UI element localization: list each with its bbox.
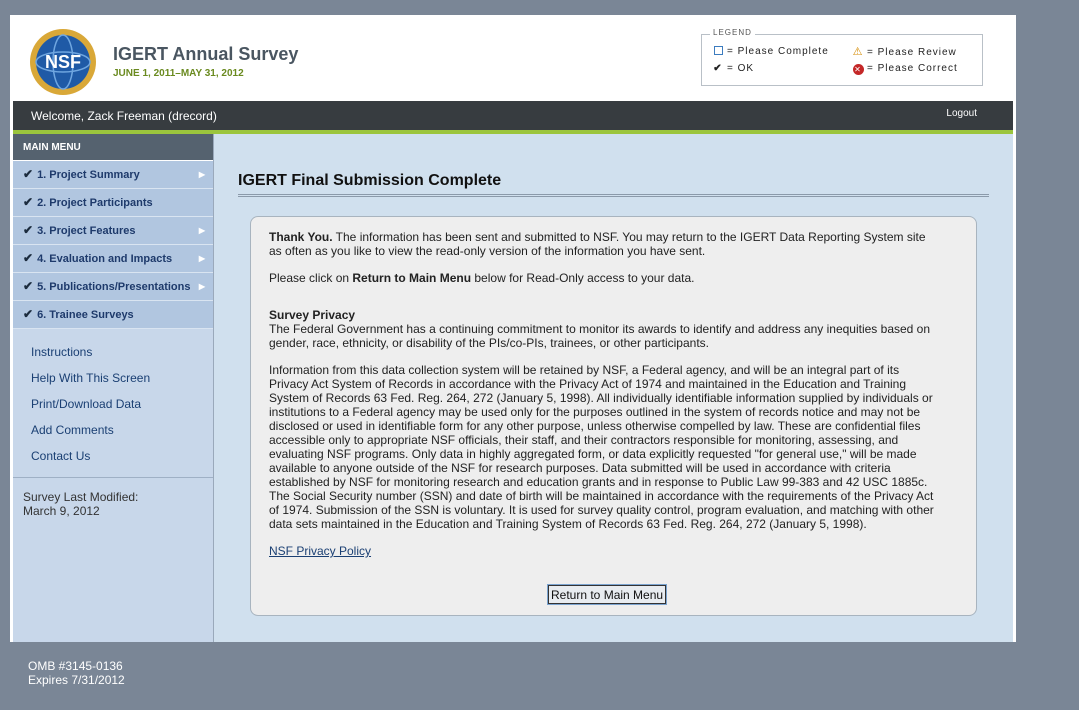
welcome-bar: Welcome, Zack Freeman (drecord) Logout: [13, 101, 1013, 134]
instruction-pre: Please click on: [269, 271, 353, 285]
welcome-text: Welcome, Zack Freeman (drecord): [31, 109, 217, 123]
chevron-right-icon: ▶: [198, 170, 205, 179]
page-title: IGERT Final Submission Complete: [238, 172, 502, 189]
error-icon: ✕: [852, 64, 864, 75]
menu-item-project-summary[interactable]: ✔ 1. Project Summary ▶: [13, 161, 213, 189]
last-modified-label: Survey Last Modified:: [23, 490, 139, 504]
thank-you-paragraph: Thank You. The information has been sent…: [269, 230, 939, 258]
menu-item-label: 2. Project Participants: [37, 197, 153, 209]
warning-icon: ⚠: [852, 46, 864, 58]
chevron-right-icon: ▶: [198, 254, 205, 263]
menu-item-project-participants[interactable]: ✔ 2. Project Participants: [13, 189, 213, 217]
survey-frame: NSF IGERT Annual Survey JUNE 1, 2011–MAY…: [10, 15, 1016, 642]
legend-please-review: ⚠ = Please Review: [852, 45, 957, 58]
logout-link[interactable]: Logout: [946, 108, 977, 119]
checkmark-icon: ✔: [23, 251, 34, 265]
menu-item-publications[interactable]: ✔ 5. Publications/Presentations ▶: [13, 273, 213, 301]
survey-dates: JUNE 1, 2011–MAY 31, 2012: [113, 68, 244, 79]
instructions-link[interactable]: Instructions: [13, 345, 213, 371]
legend-please-correct: ✕ = Please Correct: [852, 63, 958, 75]
help-link[interactable]: Help With This Screen: [13, 371, 213, 397]
last-modified: Survey Last Modified: March 9, 2012: [13, 478, 213, 518]
main-menu-title: MAIN MENU: [13, 134, 213, 161]
legend-ok-label: = OK: [727, 63, 755, 74]
thank-you-bold: Thank You.: [269, 230, 333, 244]
legend-title: LEGEND: [710, 28, 755, 37]
checkmark-icon: ✔: [23, 279, 34, 293]
app-title: IGERT Annual Survey: [113, 44, 299, 64]
menu-item-label: 6. Trainee Surveys: [37, 309, 134, 321]
sidebar: MAIN MENU ✔ 1. Project Summary ▶ ✔ 2. Proje…: [13, 134, 214, 642]
menu-item-label: 5. Publications/Presentations: [37, 281, 191, 293]
legend-please-complete: = Please Complete: [712, 46, 829, 57]
legend-please-complete-label: = Please Complete: [727, 46, 829, 57]
print-download-link[interactable]: Print/Download Data: [13, 397, 213, 423]
menu-item-project-features[interactable]: ✔ 3. Project Features ▶: [13, 217, 213, 245]
header: NSF IGERT Annual Survey JUNE 1, 2011–MAY…: [10, 15, 1016, 101]
privacy-heading: Survey Privacy: [269, 308, 356, 322]
omb-number: OMB #3145-0136: [28, 659, 123, 673]
menu-item-label: 1. Project Summary: [37, 169, 140, 181]
menu-item-trainee-surveys[interactable]: ✔ 6. Trainee Surveys: [13, 301, 213, 329]
instruction-post: below for Read-Only access to your data.: [471, 271, 695, 285]
sidebar-links: Instructions Help With This Screen Print…: [13, 329, 213, 475]
privacy-paragraph-2: Information from this data collection sy…: [269, 363, 934, 531]
return-to-main-menu-button[interactable]: Return to Main Menu: [546, 584, 668, 605]
last-modified-date: March 9, 2012: [23, 504, 100, 518]
panel-text: Thank You. The information has been sent…: [269, 230, 939, 571]
add-comments-link[interactable]: Add Comments: [13, 423, 213, 449]
menu-item-label: 3. Project Features: [37, 225, 136, 237]
privacy-paragraph-1: The Federal Government has a continuing …: [269, 322, 931, 350]
legend-please-review-label: = Please Review: [867, 47, 957, 58]
chevron-right-icon: ▶: [198, 282, 205, 291]
omb-expires: Expires 7/31/2012: [28, 673, 125, 687]
chevron-right-icon: ▶: [198, 226, 205, 235]
contact-us-link[interactable]: Contact Us: [13, 449, 213, 475]
checkmark-icon: ✔: [23, 195, 34, 209]
nsf-logo: NSF: [30, 29, 96, 95]
legend-please-correct-label: = Please Correct: [867, 63, 958, 74]
main-content: IGERT Final Submission Complete Thank Yo…: [214, 134, 1013, 642]
checkmark-icon: ✔: [23, 167, 34, 181]
checkmark-icon: ✔: [23, 223, 34, 237]
menu-item-label: 4. Evaluation and Impacts: [37, 253, 173, 265]
legend: LEGEND = Please Complete ⚠ = Please Revie…: [701, 28, 983, 86]
legend-ok: ✔ = OK: [712, 63, 754, 74]
instruction-bold: Return to Main Menu: [352, 271, 472, 285]
submission-panel: Thank You. The information has been sent…: [250, 216, 977, 616]
logo-text: NSF: [45, 52, 81, 72]
title-divider: [238, 194, 989, 197]
checkmark-icon: ✔: [713, 63, 723, 74]
privacy-policy-link[interactable]: NSF Privacy Policy: [269, 544, 371, 558]
omb-info: OMB #3145-0136 Expires 7/31/2012: [28, 659, 125, 687]
menu-item-evaluation-impacts[interactable]: ✔ 4. Evaluation and Impacts ▶: [13, 245, 213, 273]
thank-you-text: The information has been sent and submit…: [269, 230, 926, 258]
empty-box-icon: [712, 46, 724, 57]
instruction-paragraph: Please click on Return to Main Menu belo…: [269, 271, 939, 285]
checkmark-icon: ✔: [23, 307, 34, 321]
